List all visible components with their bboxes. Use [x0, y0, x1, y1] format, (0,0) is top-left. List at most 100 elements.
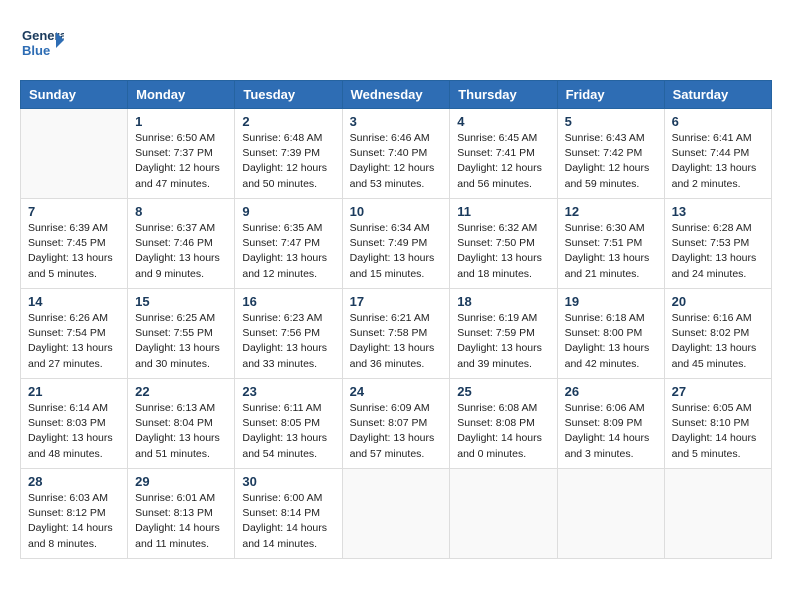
- day-info: Sunrise: 6:19 AM Sunset: 7:59 PM Dayligh…: [457, 311, 549, 372]
- day-cell: 16 Sunrise: 6:23 AM Sunset: 7:56 PM Dayli…: [235, 289, 342, 379]
- day-number: 3: [350, 114, 443, 129]
- day-cell: 9Sunrise: 6:35 AM Sunset: 7:47 PM Daylig…: [235, 199, 342, 289]
- week-row-3: 14 Sunrise: 6:26 AM Sunset: 7:54 PM Dayli…: [21, 289, 772, 379]
- day-cell: 20Sunrise: 6:16 AM Sunset: 8:02 PM Dayli…: [664, 289, 771, 379]
- day-info: Sunrise: 6:05 AM Sunset: 8:10 PM Dayligh…: [672, 401, 764, 462]
- weekday-header-friday: Friday: [557, 81, 664, 109]
- page-header: General Blue: [20, 20, 772, 64]
- day-cell: [342, 469, 450, 559]
- day-cell: 10 Sunrise: 6:34 AM Sunset: 7:49 PM Dayli…: [342, 199, 450, 289]
- day-number: 29: [135, 474, 227, 489]
- day-cell: [664, 469, 771, 559]
- weekday-header-thursday: Thursday: [450, 81, 557, 109]
- day-number: 30: [242, 474, 334, 489]
- calendar-table: SundayMondayTuesdayWednesdayThursdayFrid…: [20, 80, 772, 559]
- day-cell: 22Sunrise: 6:13 AM Sunset: 8:04 PM Dayli…: [128, 379, 235, 469]
- day-cell: 7 Sunrise: 6:39 AM Sunset: 7:45 PM Daylig…: [21, 199, 128, 289]
- day-info: Sunrise: 6:50 AM Sunset: 7:37 PM Dayligh…: [135, 131, 227, 192]
- day-number: 5: [565, 114, 657, 129]
- weekday-header-sunday: Sunday: [21, 81, 128, 109]
- day-info: Sunrise: 6:18 AM Sunset: 8:00 PM Dayligh…: [565, 311, 657, 372]
- day-number: 7: [28, 204, 120, 219]
- day-info: Sunrise: 6:03 AM Sunset: 8:12 PM Dayligh…: [28, 491, 120, 552]
- day-info: Sunrise: 6:34 AM Sunset: 7:49 PM Dayligh…: [350, 221, 443, 282]
- day-number: 6: [672, 114, 764, 129]
- logo: General Blue: [20, 20, 64, 64]
- day-info: Sunrise: 6:46 AM Sunset: 7:40 PM Dayligh…: [350, 131, 443, 192]
- day-number: 19: [565, 294, 657, 309]
- day-info: Sunrise: 6:09 AM Sunset: 8:07 PM Dayligh…: [350, 401, 443, 462]
- day-info: Sunrise: 6:21 AM Sunset: 7:58 PM Dayligh…: [350, 311, 443, 372]
- day-number: 4: [457, 114, 549, 129]
- day-info: Sunrise: 6:14 AM Sunset: 8:03 PM Dayligh…: [28, 401, 120, 462]
- day-cell: 11 Sunrise: 6:32 AM Sunset: 7:50 PM Dayli…: [450, 199, 557, 289]
- day-number: 1: [135, 114, 227, 129]
- day-info: Sunrise: 6:30 AM Sunset: 7:51 PM Dayligh…: [565, 221, 657, 282]
- day-cell: 19 Sunrise: 6:18 AM Sunset: 8:00 PM Dayli…: [557, 289, 664, 379]
- day-info: Sunrise: 6:48 AM Sunset: 7:39 PM Dayligh…: [242, 131, 334, 192]
- day-cell: 12Sunrise: 6:30 AM Sunset: 7:51 PM Dayli…: [557, 199, 664, 289]
- day-info: Sunrise: 6:35 AM Sunset: 7:47 PM Dayligh…: [242, 221, 334, 282]
- weekday-header-tuesday: Tuesday: [235, 81, 342, 109]
- day-info: Sunrise: 6:11 AM Sunset: 8:05 PM Dayligh…: [242, 401, 334, 462]
- day-number: 11: [457, 204, 549, 219]
- day-info: Sunrise: 6:01 AM Sunset: 8:13 PM Dayligh…: [135, 491, 227, 552]
- day-info: Sunrise: 6:39 AM Sunset: 7:45 PM Dayligh…: [28, 221, 120, 282]
- day-cell: 14 Sunrise: 6:26 AM Sunset: 7:54 PM Dayli…: [21, 289, 128, 379]
- day-cell: 2 Sunrise: 6:48 AM Sunset: 7:39 PM Daylig…: [235, 109, 342, 199]
- day-cell: 25 Sunrise: 6:08 AM Sunset: 8:08 PM Dayli…: [450, 379, 557, 469]
- day-cell: [450, 469, 557, 559]
- day-info: Sunrise: 6:41 AM Sunset: 7:44 PM Dayligh…: [672, 131, 764, 192]
- day-info: Sunrise: 6:00 AM Sunset: 8:14 PM Dayligh…: [242, 491, 334, 552]
- day-cell: 26Sunrise: 6:06 AM Sunset: 8:09 PM Dayli…: [557, 379, 664, 469]
- day-number: 25: [457, 384, 549, 399]
- week-row-2: 7 Sunrise: 6:39 AM Sunset: 7:45 PM Daylig…: [21, 199, 772, 289]
- weekday-header-row: SundayMondayTuesdayWednesdayThursdayFrid…: [21, 81, 772, 109]
- day-cell: 23 Sunrise: 6:11 AM Sunset: 8:05 PM Dayli…: [235, 379, 342, 469]
- day-number: 17: [350, 294, 443, 309]
- day-cell: 21 Sunrise: 6:14 AM Sunset: 8:03 PM Dayli…: [21, 379, 128, 469]
- day-cell: 3 Sunrise: 6:46 AM Sunset: 7:40 PM Daylig…: [342, 109, 450, 199]
- day-number: 16: [242, 294, 334, 309]
- week-row-4: 21 Sunrise: 6:14 AM Sunset: 8:03 PM Dayli…: [21, 379, 772, 469]
- day-number: 21: [28, 384, 120, 399]
- day-info: Sunrise: 6:26 AM Sunset: 7:54 PM Dayligh…: [28, 311, 120, 372]
- day-number: 27: [672, 384, 764, 399]
- day-cell: 13Sunrise: 6:28 AM Sunset: 7:53 PM Dayli…: [664, 199, 771, 289]
- day-cell: 30 Sunrise: 6:00 AM Sunset: 8:14 PM Dayli…: [235, 469, 342, 559]
- day-cell: 1 Sunrise: 6:50 AM Sunset: 7:37 PM Daylig…: [128, 109, 235, 199]
- day-number: 2: [242, 114, 334, 129]
- day-info: Sunrise: 6:43 AM Sunset: 7:42 PM Dayligh…: [565, 131, 657, 192]
- day-number: 10: [350, 204, 443, 219]
- day-cell: 29 Sunrise: 6:01 AM Sunset: 8:13 PM Dayli…: [128, 469, 235, 559]
- day-number: 8: [135, 204, 227, 219]
- day-cell: 18 Sunrise: 6:19 AM Sunset: 7:59 PM Dayli…: [450, 289, 557, 379]
- week-row-1: 1 Sunrise: 6:50 AM Sunset: 7:37 PM Daylig…: [21, 109, 772, 199]
- day-info: Sunrise: 6:08 AM Sunset: 8:08 PM Dayligh…: [457, 401, 549, 462]
- day-info: Sunrise: 6:06 AM Sunset: 8:09 PM Dayligh…: [565, 401, 657, 462]
- day-info: Sunrise: 6:37 AM Sunset: 7:46 PM Dayligh…: [135, 221, 227, 282]
- day-cell: 27 Sunrise: 6:05 AM Sunset: 8:10 PM Dayli…: [664, 379, 771, 469]
- day-info: Sunrise: 6:32 AM Sunset: 7:50 PM Dayligh…: [457, 221, 549, 282]
- day-number: 24: [350, 384, 443, 399]
- weekday-header-monday: Monday: [128, 81, 235, 109]
- day-cell: 15 Sunrise: 6:25 AM Sunset: 7:55 PM Dayli…: [128, 289, 235, 379]
- day-number: 23: [242, 384, 334, 399]
- day-cell: 17 Sunrise: 6:21 AM Sunset: 7:58 PM Dayli…: [342, 289, 450, 379]
- day-info: Sunrise: 6:23 AM Sunset: 7:56 PM Dayligh…: [242, 311, 334, 372]
- week-row-5: 28 Sunrise: 6:03 AM Sunset: 8:12 PM Dayli…: [21, 469, 772, 559]
- day-cell: 28 Sunrise: 6:03 AM Sunset: 8:12 PM Dayli…: [21, 469, 128, 559]
- day-number: 13: [672, 204, 764, 219]
- day-number: 18: [457, 294, 549, 309]
- day-info: Sunrise: 6:13 AM Sunset: 8:04 PM Dayligh…: [135, 401, 227, 462]
- logo-icon: General Blue: [20, 20, 64, 64]
- weekday-header-saturday: Saturday: [664, 81, 771, 109]
- day-number: 20: [672, 294, 764, 309]
- day-number: 15: [135, 294, 227, 309]
- weekday-header-wednesday: Wednesday: [342, 81, 450, 109]
- day-cell: 6 Sunrise: 6:41 AM Sunset: 7:44 PM Daylig…: [664, 109, 771, 199]
- day-number: 14: [28, 294, 120, 309]
- day-cell: 5 Sunrise: 6:43 AM Sunset: 7:42 PM Daylig…: [557, 109, 664, 199]
- day-number: 28: [28, 474, 120, 489]
- day-info: Sunrise: 6:25 AM Sunset: 7:55 PM Dayligh…: [135, 311, 227, 372]
